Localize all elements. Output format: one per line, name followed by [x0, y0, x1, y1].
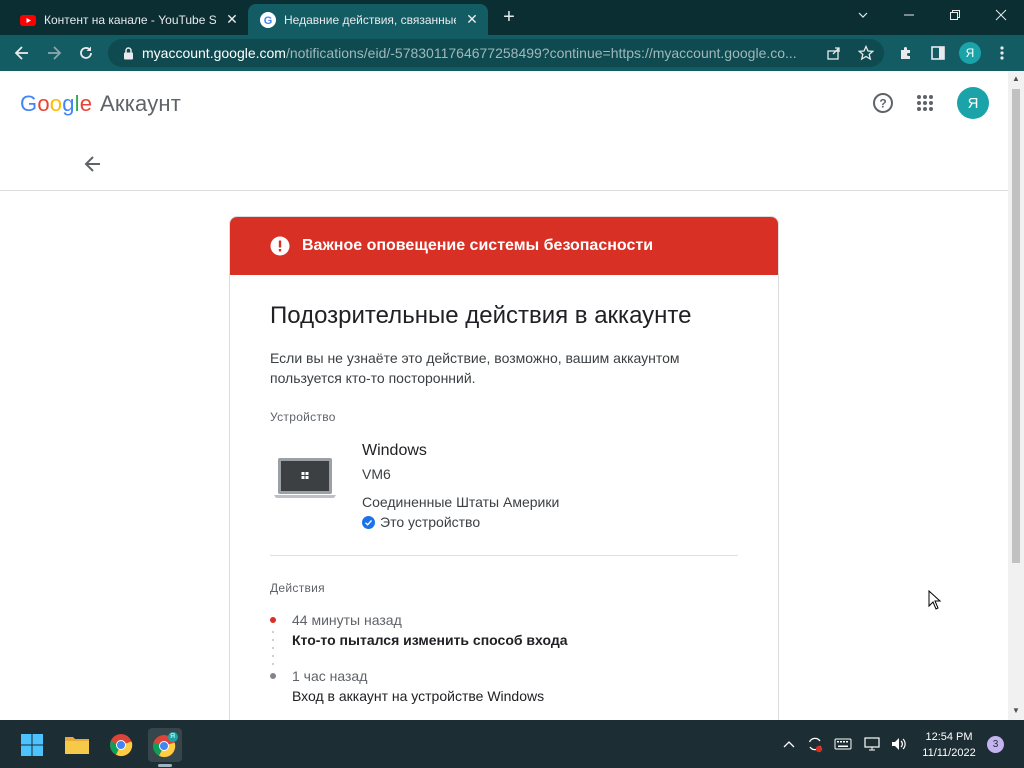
mouse-cursor-icon	[928, 590, 942, 610]
keyboard-icon[interactable]	[834, 720, 852, 768]
page-title: Подозрительные действия в аккаунте	[270, 302, 692, 329]
bookmark-star-icon[interactable]	[852, 39, 880, 67]
timeline-connector	[272, 647, 274, 649]
back-navigation-bar	[0, 137, 1008, 191]
back-arrow-icon	[84, 156, 100, 172]
sync-icon[interactable]	[806, 720, 824, 768]
google-account-logo[interactable]: Google Аккаунт	[20, 91, 181, 117]
tab-search-chevron-icon[interactable]	[840, 0, 886, 30]
new-tab-button[interactable]: +	[498, 7, 520, 28]
activity-description: Кто-то пытался изменить способ входа	[292, 632, 568, 648]
timeline-connector	[272, 631, 274, 633]
chrome-icon[interactable]	[104, 728, 138, 762]
help-icon[interactable]: ?	[871, 91, 895, 115]
svg-text:Google: Google	[20, 91, 92, 116]
tray-chevron-icon[interactable]	[782, 720, 796, 768]
system-clock[interactable]: 12:54 PM 11/11/2022	[918, 729, 980, 761]
youtube-icon	[20, 14, 36, 26]
timeline-connector	[272, 655, 274, 657]
apps-grid-icon[interactable]	[913, 91, 937, 115]
chrome-profile-badge: Я	[170, 733, 176, 740]
close-window-button[interactable]	[978, 0, 1024, 30]
tab-title: Контент на канале - YouTube Studio	[44, 12, 216, 27]
file-explorer-icon[interactable]	[60, 728, 94, 762]
notification-count-badge[interactable]: 3	[987, 736, 1004, 753]
scroll-up-arrow-icon[interactable]: ▲	[1012, 75, 1020, 83]
chrome-profile-icon[interactable]: Я	[148, 728, 182, 762]
device-location: Соединенные Штаты Америки	[362, 494, 560, 510]
google-icon: G	[260, 11, 276, 28]
page-content: Google Аккаунт ? Я Важное оповещение сис…	[0, 71, 1008, 720]
this-device-text: Это устройство	[380, 514, 481, 530]
verified-check-icon	[362, 515, 375, 529]
minimize-button[interactable]	[886, 0, 932, 30]
lock-icon[interactable]	[114, 46, 142, 60]
back-icon[interactable]	[8, 39, 36, 67]
device-name: Windows	[362, 442, 427, 459]
device-info: Windows VM6 Соединенные Штаты Америки Эт…	[270, 432, 738, 544]
page-scrollbar[interactable]: ▲ ▼	[1008, 71, 1024, 720]
google-wordmark: Google	[20, 91, 92, 116]
network-icon[interactable]	[864, 720, 882, 768]
clock-date: 11/11/2022	[922, 747, 976, 759]
timeline-connector	[272, 663, 274, 665]
close-icon[interactable]: ✕	[464, 11, 480, 28]
tab-recent-activity[interactable]: G Недавние действия, связанные с аккаунт…	[248, 4, 488, 35]
activity-time: 44 минуты назад	[292, 612, 402, 628]
alert-description: Если вы не узнаёте это действие, возможн…	[270, 350, 680, 386]
menu-kebab-icon[interactable]	[988, 39, 1016, 67]
scroll-down-arrow-icon[interactable]: ▼	[1012, 707, 1020, 715]
timeline-dot-alert	[270, 617, 276, 623]
extensions-puzzle-icon[interactable]	[892, 39, 920, 67]
address-bar[interactable]: myaccount.google.com/notifications/eid/-…	[108, 39, 884, 67]
windows-taskbar: Я 12:54 PM 11/11/2022	[0, 720, 1024, 768]
clock-time: 12:54 PM	[925, 731, 973, 743]
browser-tabstrip: Контент на канале - YouTube Studio ✕ G Н…	[0, 0, 1024, 35]
side-panel-icon[interactable]	[924, 39, 952, 67]
scrollbar-thumb[interactable]	[1012, 89, 1020, 563]
actions-section-label: Действия	[270, 581, 325, 595]
back-arrow-button[interactable]	[80, 151, 106, 177]
google-account-header: Google Аккаунт ? Я	[0, 71, 1008, 137]
active-app-indicator	[158, 764, 172, 767]
activity-description: Вход в аккаунт на устройстве Windows	[292, 688, 545, 704]
timeline-dot	[270, 673, 276, 679]
security-alert-card: Важное оповещение системы безопасности П…	[229, 216, 779, 720]
volume-icon[interactable]	[890, 720, 908, 768]
this-device-indicator: Это устройство	[362, 514, 480, 530]
svg-text:G: G	[264, 15, 273, 27]
forward-icon[interactable]	[40, 39, 68, 67]
alert-banner: Важное оповещение системы безопасности	[230, 217, 778, 275]
svg-text:?: ?	[879, 97, 886, 111]
restore-button[interactable]	[932, 0, 978, 30]
close-icon[interactable]: ✕	[224, 11, 240, 28]
tab-title: Недавние действия, связанные с аккаунтом	[284, 12, 456, 27]
avatar: Я	[959, 42, 981, 64]
windows-start-icon[interactable]	[15, 728, 49, 762]
url-host: myaccount.google.com	[142, 45, 286, 61]
actions-section: Действия 44 минуты назад Кто-то пытался …	[270, 556, 738, 704]
share-icon[interactable]	[820, 39, 848, 67]
alert-banner-text: Важное оповещение системы безопасности	[302, 237, 654, 254]
account-label: Аккаунт	[100, 91, 182, 116]
url-path: /notifications/eid/-5783011764677258499?…	[285, 45, 797, 61]
device-section-label: Устройство	[270, 410, 336, 424]
activity-time: 1 час назад	[292, 668, 368, 684]
tab-youtube-studio[interactable]: Контент на канале - YouTube Studio ✕	[8, 4, 248, 35]
profile-button[interactable]: Я	[956, 39, 984, 67]
laptop-icon	[274, 458, 336, 498]
alert-icon	[270, 236, 290, 256]
reload-icon[interactable]	[72, 39, 100, 67]
timeline-connector	[272, 639, 274, 641]
device-model: VM6	[362, 466, 391, 482]
account-avatar-button[interactable]: Я	[957, 87, 989, 119]
browser-toolbar: myaccount.google.com/notifications/eid/-…	[0, 35, 1024, 71]
